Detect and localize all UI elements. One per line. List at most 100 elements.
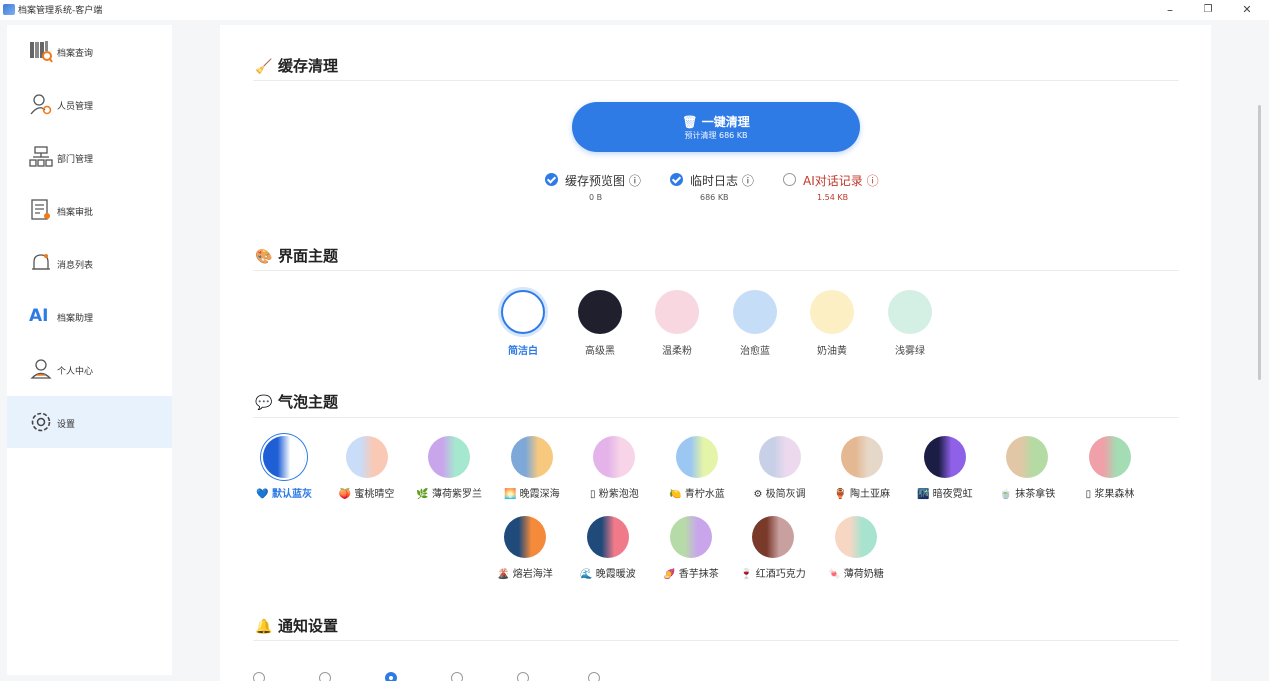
sidebar-item-label: 个人中心: [57, 367, 94, 377]
close-button[interactable]: ✕: [1237, 1, 1257, 19]
radio[interactable]: [588, 672, 600, 681]
bubble-swatch[interactable]: [752, 516, 794, 558]
checkbox[interactable]: [545, 173, 558, 186]
bubble-swatch[interactable]: [841, 436, 884, 478]
checkbox[interactable]: [670, 173, 683, 186]
divider: [253, 640, 1179, 641]
bubble-swatch[interactable]: [593, 436, 636, 478]
bubble-theme-option[interactable]: 🏺 陶土亚麻: [821, 436, 903, 504]
sidebar-item-label: 人员管理: [57, 102, 94, 112]
minimize-button[interactable]: –: [1160, 1, 1180, 19]
bell-icon: [32, 254, 50, 270]
bubble-label: 💙 默认蓝灰: [256, 489, 312, 500]
document-approve-icon: [31, 199, 50, 220]
bubble-theme-option[interactable]: 🍠 香芋抹茶: [650, 516, 732, 584]
bubble-swatch[interactable]: [428, 436, 471, 478]
bubble-theme-option[interactable]: 🌊 晚霞暖波: [567, 516, 649, 584]
user-gear-icon: [30, 94, 52, 115]
bubble-swatch[interactable]: [1089, 436, 1131, 478]
radio[interactable]: [451, 672, 463, 681]
sidebar-item-assistant[interactable]: AI 档案助理: [7, 290, 172, 342]
sidebar-item-settings[interactable]: 设置: [7, 396, 172, 448]
bubble-theme-option[interactable]: 🍋 青柠水蓝: [656, 436, 738, 504]
theme-option[interactable]: 简洁白: [493, 290, 553, 360]
radio[interactable]: [517, 672, 529, 681]
sidebar-item-personnel[interactable]: 人员管理: [7, 78, 172, 130]
trash-icon: 🗑: [682, 115, 702, 129]
radio[interactable]: [319, 672, 331, 681]
bubble-swatch[interactable]: [676, 436, 718, 478]
theme-swatch[interactable]: [655, 290, 699, 334]
divider: [253, 270, 1179, 271]
bubble-theme-option[interactable]: 🌅 晚霞深海: [491, 436, 573, 504]
theme-option[interactable]: 治愈蓝: [725, 290, 785, 360]
bubble-theme-option[interactable]: 🍵 抹茶拿铁: [986, 436, 1068, 504]
radio[interactable]: [385, 672, 397, 681]
theme-label: 高级黑: [585, 346, 615, 357]
person-icon: [30, 359, 52, 379]
notify-section-title: 🔔 通知设置: [255, 617, 339, 635]
option-label: 临时日志 ⓘ: [690, 174, 754, 188]
archive-search-icon: [30, 41, 53, 63]
theme-label: 简洁白: [508, 346, 538, 357]
theme-option[interactable]: 高级黑: [570, 290, 630, 360]
bubble-theme-option[interactable]: 🍬 薄荷奶糖: [815, 516, 897, 584]
sidebar-item-label: 消息列表: [57, 261, 94, 271]
maximize-button[interactable]: ❐: [1198, 1, 1218, 19]
theme-option[interactable]: 奶油黄: [802, 290, 862, 360]
bubble-swatch[interactable]: [923, 436, 966, 478]
bubble-label: 🌿 薄荷紫罗兰: [416, 489, 482, 500]
bubble-theme-option[interactable]: ⚙ 极简灰调: [739, 436, 821, 504]
radio[interactable]: [253, 672, 265, 681]
bubble-swatch[interactable]: [263, 436, 305, 478]
theme-option[interactable]: 温柔粉: [647, 290, 707, 360]
sidebar-item-approval[interactable]: 档案审批: [7, 184, 172, 236]
sidebar-item-label: 档案查询: [57, 49, 94, 59]
sidebar-item-profile[interactable]: 个人中心: [7, 343, 172, 395]
ui-theme-section-title: 🎨 界面主题: [255, 247, 339, 265]
bubble-theme-option[interactable]: ▯ 粉紫泡泡: [573, 436, 655, 504]
bubble-label: 🏺 陶土亚麻: [834, 489, 890, 500]
sidebar-item-label: 档案审批: [57, 208, 94, 218]
bubble-label: 🌅 晚霞深海: [503, 489, 560, 500]
bubble-theme-option[interactable]: 🌃 暗夜霓虹: [904, 436, 986, 504]
sidebar-item-messages[interactable]: 消息列表: [7, 237, 172, 289]
bubble-label: ▯ 浆果森林: [1085, 489, 1135, 500]
sidebar-item-department[interactable]: 部门管理: [7, 131, 172, 183]
palette-icon: 🎨: [255, 249, 273, 265]
bubble-swatch[interactable]: [510, 436, 553, 478]
theme-swatch[interactable]: [810, 290, 854, 334]
bubble-theme-option[interactable]: 🍑 蜜桃晴空: [326, 436, 408, 504]
gear-icon: [31, 412, 51, 432]
theme-label: 治愈蓝: [740, 346, 770, 357]
sidebar-item-archive-query[interactable]: 档案查询: [7, 25, 172, 77]
bubble-theme-option[interactable]: ▯ 浆果森林: [1069, 436, 1151, 504]
bubble-label: 🍵 抹茶拿铁: [999, 489, 1056, 500]
bubble-swatch[interactable]: [587, 516, 629, 558]
bubble-theme-option[interactable]: 💙 默认蓝灰: [243, 436, 325, 504]
theme-swatch[interactable]: [578, 290, 622, 334]
checkbox[interactable]: [783, 173, 796, 186]
bubble-theme-option[interactable]: 🌿 薄荷紫罗兰: [408, 436, 490, 504]
bubble-swatch[interactable]: [670, 516, 712, 558]
bubble-theme-option[interactable]: 🍷 红酒巧克力: [732, 516, 814, 584]
ai-icon: AI: [29, 304, 53, 328]
option-label: 缓存预览图 ⓘ: [565, 174, 641, 188]
theme-swatch[interactable]: [888, 290, 932, 334]
theme-swatch[interactable]: [733, 290, 777, 334]
scrollbar[interactable]: [1258, 105, 1261, 380]
bubble-swatch[interactable]: [504, 516, 546, 558]
bubble-label: 🍬 薄荷奶糖: [828, 569, 884, 580]
one-click-clean-button[interactable]: 🗑 一键清理 预计清理 686 KB: [572, 102, 860, 152]
title-bar: 档案管理系统-客户端 – ❐ ✕: [0, 0, 1269, 20]
broom-icon: 🧹: [255, 59, 273, 75]
settings-panel: 🧹 缓存清理 🗑 一键清理 预计清理 686 KB 缓存预览图 ⓘ 0 B 临时日…: [220, 25, 1211, 681]
theme-option[interactable]: 浅雾绿: [880, 290, 940, 360]
bubble-theme-option[interactable]: 🌋 熔岩海洋: [484, 516, 566, 584]
theme-swatch[interactable]: [501, 290, 545, 334]
bubble-swatch[interactable]: [835, 516, 877, 558]
bubble-swatch[interactable]: [1006, 436, 1049, 478]
window-title: 档案管理系统-客户端: [18, 6, 103, 16]
bubble-swatch[interactable]: [345, 436, 388, 478]
bubble-swatch[interactable]: [758, 436, 801, 478]
